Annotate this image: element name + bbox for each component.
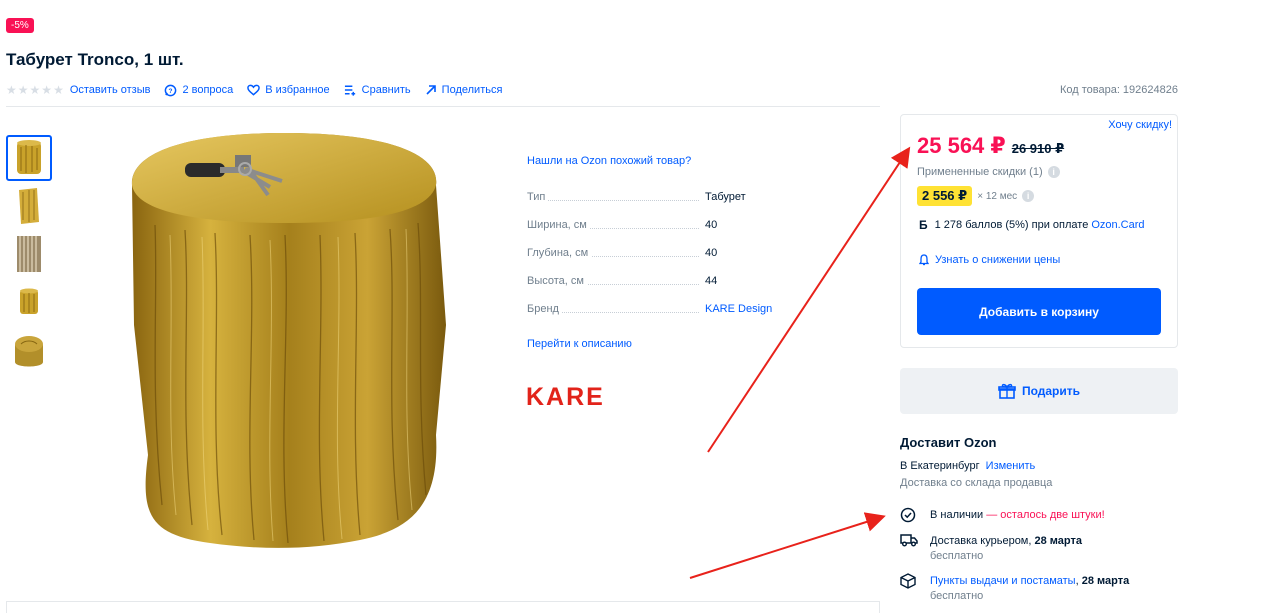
info-icon[interactable]: i bbox=[1022, 190, 1035, 202]
installment-offer[interactable]: 2 556 ₽ × 12 мес i bbox=[917, 186, 1035, 206]
box-icon bbox=[900, 573, 918, 589]
thumbnail-2[interactable] bbox=[6, 183, 52, 229]
favorite-label: В избранное bbox=[265, 84, 330, 96]
current-price: 25 564 ₽ bbox=[917, 133, 1006, 158]
star-icon: ★ bbox=[53, 83, 64, 97]
pickup-date: 28 марта bbox=[1081, 575, 1130, 587]
brand-logo[interactable]: KARE bbox=[526, 383, 605, 412]
installment-price: 2 556 ₽ bbox=[917, 186, 973, 206]
compare-label: Сравнить bbox=[361, 84, 411, 96]
share-arrow-icon bbox=[425, 84, 437, 96]
questions-label: 2 вопроса bbox=[182, 84, 234, 96]
delivery-city: В Екатеринбург Изменить bbox=[900, 460, 1180, 472]
courier-cost: бесплатно bbox=[930, 550, 984, 562]
svg-text:?: ? bbox=[169, 87, 173, 94]
thumbnail-1[interactable] bbox=[6, 135, 52, 181]
divider bbox=[6, 106, 880, 107]
spec-key: Глубина, см bbox=[527, 247, 592, 259]
change-city-link[interactable]: Изменить bbox=[986, 460, 1036, 472]
courier-date: 28 марта bbox=[1034, 535, 1082, 547]
bonus-b-icon: Б bbox=[919, 218, 928, 232]
spec-row-type: Тип Табурет bbox=[527, 191, 827, 219]
delivery-panel: Доставит Ozon В Екатеринбург Изменить До… bbox=[900, 435, 1180, 602]
stock-status: В наличии — осталось две штуки! bbox=[900, 507, 1105, 523]
price-drop-notify-link[interactable]: Узнать о снижении цены bbox=[919, 254, 1060, 266]
go-to-description-link[interactable]: Перейти к описанию bbox=[527, 338, 827, 350]
price-box: Хочу скидку! 25 564 ₽ 26 910 ₽ Примененн… bbox=[900, 114, 1178, 348]
annotation-arrow-stock bbox=[689, 512, 886, 579]
thumbnail-5[interactable] bbox=[6, 327, 52, 373]
description-section-top bbox=[6, 601, 880, 613]
product-title: Табурет Tronco, 1 шт. bbox=[6, 50, 184, 69]
gift-button[interactable]: Подарить bbox=[900, 368, 1178, 414]
spec-key: Высота, см bbox=[527, 275, 587, 287]
share-link[interactable]: Поделиться bbox=[425, 84, 503, 96]
specs-panel: Нашли на Ozon похожий товар? Тип Табурет… bbox=[527, 155, 827, 350]
spec-value: 40 bbox=[705, 247, 718, 259]
compare-link[interactable]: Сравнить bbox=[344, 84, 411, 96]
spec-value: 40 bbox=[705, 219, 718, 231]
bonus-points: Б 1 278 баллов (5%) при оплате Ozon.Card bbox=[919, 218, 1145, 232]
find-similar-link[interactable]: Нашли на Ozon похожий товар? bbox=[527, 155, 691, 167]
thumbnail-3[interactable] bbox=[6, 231, 52, 277]
gift-icon bbox=[998, 383, 1016, 399]
pickup-cost: бесплатно bbox=[930, 590, 984, 602]
spec-row-depth: Глубина, см 40 bbox=[527, 247, 827, 275]
question-bubble-icon: ? bbox=[164, 84, 177, 97]
check-circle-icon bbox=[900, 507, 918, 523]
price-row: 25 564 ₽ 26 910 ₽ bbox=[917, 133, 1064, 159]
star-icon: ★ bbox=[6, 83, 17, 97]
truck-icon bbox=[900, 533, 918, 547]
add-to-favorites-link[interactable]: В избранное bbox=[247, 84, 330, 96]
discount-badge: -5% bbox=[6, 18, 34, 33]
info-icon[interactable]: i bbox=[1047, 166, 1060, 178]
city-label: В Екатеринбург bbox=[900, 460, 980, 472]
spec-key: Тип bbox=[527, 191, 549, 203]
add-to-cart-button[interactable]: Добавить в корзину bbox=[917, 288, 1161, 335]
leave-review-label: Оставить отзыв bbox=[69, 84, 151, 96]
star-icon: ★ bbox=[17, 83, 29, 97]
want-discount-link[interactable]: Хочу скидку! bbox=[1108, 119, 1172, 131]
bonus-text: 1 278 баллов (5%) при оплате bbox=[934, 219, 1089, 231]
spec-key: Ширина, см bbox=[527, 219, 590, 231]
share-label: Поделиться bbox=[441, 84, 503, 96]
old-price: 26 910 ₽ bbox=[1011, 141, 1065, 156]
courier-label: Доставка курьером, bbox=[930, 535, 1035, 547]
notify-label: Узнать о снижении цены bbox=[935, 254, 1061, 266]
in-stock-label: В наличии bbox=[930, 509, 984, 521]
spec-row-brand: Бренд KARE Design bbox=[527, 303, 827, 331]
star-icon: ★ bbox=[41, 83, 53, 97]
delivery-title: Доставит Ozon bbox=[900, 435, 997, 450]
bell-icon bbox=[919, 254, 929, 266]
gift-label: Подарить bbox=[1021, 384, 1081, 398]
heart-icon bbox=[247, 84, 261, 96]
rating-stars[interactable]: ★ ★ ★ ★ ★ bbox=[6, 83, 64, 97]
spec-value: Табурет bbox=[705, 191, 746, 203]
thumbnail-4[interactable] bbox=[6, 279, 52, 325]
applied-discounts-label: Примененные скидки (1) bbox=[917, 166, 1043, 178]
spec-key: Бренд bbox=[527, 303, 562, 315]
leave-review-link[interactable]: Оставить отзыв bbox=[70, 84, 151, 96]
stock-warning: — осталось две штуки! bbox=[986, 509, 1105, 521]
applied-discounts[interactable]: Примененные скидки (1) i bbox=[917, 166, 1060, 178]
installment-months: × 12 мес bbox=[977, 190, 1018, 202]
product-actions-bar: ★ ★ ★ ★ ★ Оставить отзыв ? 2 вопроса В и… bbox=[6, 83, 516, 97]
sku-code: Код товара: 192624826 bbox=[1059, 84, 1178, 96]
courier-delivery: Доставка курьером, 28 марта бесплатно bbox=[900, 533, 1082, 562]
questions-link[interactable]: ? 2 вопроса bbox=[164, 84, 233, 97]
delivery-from-seller: Доставка со склада продавца bbox=[900, 477, 1053, 489]
ozon-card-link[interactable]: Ozon.Card bbox=[1091, 219, 1144, 231]
spec-table: Тип Табурет Ширина, см 40 Глубина, см 40… bbox=[527, 191, 827, 331]
spec-row-height: Высота, см 44 bbox=[527, 275, 827, 303]
product-main-image[interactable] bbox=[110, 125, 460, 555]
spec-value: 44 bbox=[705, 275, 718, 287]
compare-list-icon bbox=[344, 84, 357, 96]
brand-link[interactable]: KARE Design bbox=[705, 303, 772, 315]
thumbnail-list bbox=[6, 135, 52, 375]
pickup-delivery: Пункты выдачи и постаматы, 28 марта бесп… bbox=[900, 573, 1129, 602]
pickup-points-link[interactable]: Пункты выдачи и постаматы bbox=[930, 575, 1076, 587]
spec-row-width: Ширина, см 40 bbox=[527, 219, 827, 247]
star-icon: ★ bbox=[29, 83, 41, 97]
